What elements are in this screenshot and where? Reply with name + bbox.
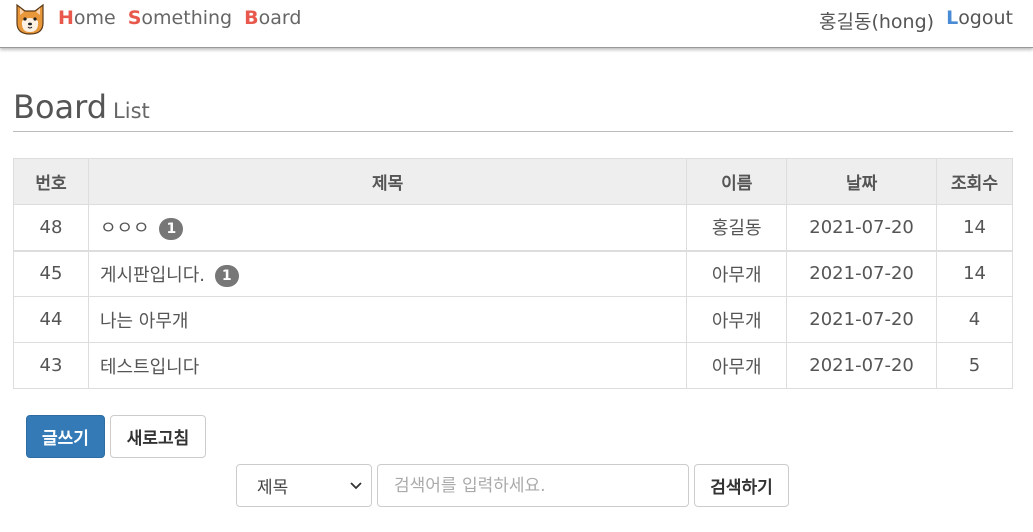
top-navbar: Home Something Board 홍길동(hong) Logout bbox=[0, 0, 1033, 48]
user-name: 홍길동(hong) bbox=[819, 11, 935, 33]
row-number: 45 bbox=[13, 250, 89, 297]
row-subject[interactable]: ㅇㅇㅇ 1 bbox=[87, 204, 688, 252]
search-type-value: 제목 bbox=[257, 478, 289, 498]
header-name: 이름 bbox=[686, 158, 788, 205]
header-number: 번호 bbox=[13, 158, 89, 205]
comment-count-badge: 1 bbox=[214, 264, 239, 287]
row-subject[interactable]: 테스트입니다 bbox=[87, 342, 688, 389]
shiba-dog-icon[interactable] bbox=[12, 1, 48, 37]
page-title: Board bbox=[13, 88, 108, 126]
nav-board-initial: B bbox=[244, 7, 259, 29]
row-subject-text[interactable]: 나는 아무개 bbox=[100, 311, 189, 332]
table-row[interactable]: 44 나는 아무개 아무개 2021-07-20 4 bbox=[13, 296, 1013, 343]
row-date: 2021-07-20 bbox=[786, 296, 938, 343]
chevron-down-icon bbox=[350, 482, 362, 490]
table-row[interactable]: 45 게시판입니다. 1 아무개 2021-07-20 14 bbox=[13, 250, 1013, 297]
nav-something-label: omething bbox=[141, 7, 233, 29]
page-subtitle: List bbox=[113, 99, 150, 123]
page-header: Board List bbox=[13, 88, 1013, 132]
nav-something-initial: S bbox=[127, 7, 142, 29]
search-type-select[interactable]: 제목 bbox=[236, 464, 372, 507]
table-row[interactable]: 48 ㅇㅇㅇ 1 홍길동 2021-07-20 14 bbox=[13, 204, 1013, 252]
row-number: 48 bbox=[13, 204, 89, 252]
header-views: 조회수 bbox=[936, 158, 1013, 205]
row-subject-text[interactable]: ㅇㅇㅇ bbox=[100, 218, 150, 239]
row-subject[interactable]: 게시판입니다. 1 bbox=[87, 250, 688, 297]
row-author: 아무개 bbox=[686, 296, 788, 343]
comment-count-badge: 1 bbox=[159, 218, 184, 241]
row-author: 아무개 bbox=[686, 250, 788, 297]
row-date: 2021-07-20 bbox=[786, 204, 938, 252]
refresh-button[interactable]: 새로고침 bbox=[110, 415, 206, 458]
row-author: 아무개 bbox=[686, 342, 788, 389]
table-header-row: 번호 제목 이름 날짜 조회수 bbox=[13, 158, 1013, 205]
board-table: 번호 제목 이름 날짜 조회수 48 ㅇㅇㅇ 1 홍길동 2021-07-20 … bbox=[13, 158, 1013, 389]
logout-link[interactable]: Logout bbox=[946, 7, 1013, 34]
row-date: 2021-07-20 bbox=[786, 250, 938, 297]
search-input[interactable] bbox=[377, 464, 689, 507]
write-post-button[interactable]: 글쓰기 bbox=[26, 415, 105, 458]
nav-home-link[interactable]: Home bbox=[58, 7, 116, 29]
nav-board-label: oard bbox=[258, 7, 302, 29]
logout-initial: L bbox=[946, 7, 959, 29]
row-number: 44 bbox=[13, 296, 89, 343]
main-nav: Home Something Board bbox=[58, 7, 301, 29]
nav-home-label: ome bbox=[73, 7, 116, 29]
nav-something-link[interactable]: Something bbox=[128, 7, 232, 29]
nav-home-initial: H bbox=[58, 7, 74, 29]
header-date: 날짜 bbox=[786, 158, 938, 205]
row-number: 43 bbox=[13, 342, 89, 389]
row-views: 14 bbox=[936, 250, 1013, 297]
row-subject[interactable]: 나는 아무개 bbox=[87, 296, 688, 343]
row-date: 2021-07-20 bbox=[786, 342, 938, 389]
nav-board-link[interactable]: Board bbox=[244, 7, 301, 29]
user-nav: 홍길동(hong) Logout bbox=[819, 7, 1013, 34]
table-row[interactable]: 43 테스트입니다 아무개 2021-07-20 5 bbox=[13, 342, 1013, 389]
search-button[interactable]: 검색하기 bbox=[694, 464, 789, 507]
header-subject: 제목 bbox=[87, 158, 688, 205]
logout-label: ogout bbox=[958, 7, 1013, 29]
row-views: 5 bbox=[936, 342, 1013, 389]
row-author: 홍길동 bbox=[686, 204, 788, 252]
row-subject-text[interactable]: 테스트입니다 bbox=[100, 357, 199, 378]
row-views: 4 bbox=[936, 296, 1013, 343]
row-subject-text[interactable]: 게시판입니다. bbox=[100, 265, 205, 286]
row-views: 14 bbox=[936, 204, 1013, 252]
